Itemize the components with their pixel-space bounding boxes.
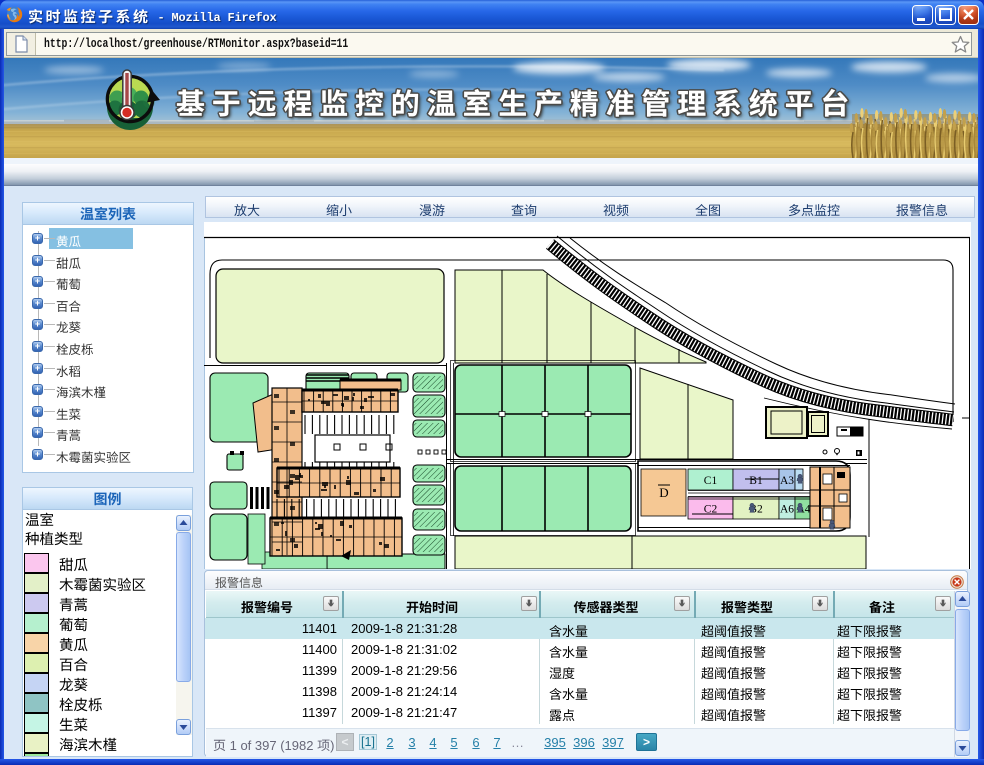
- svg-text:B1: B1: [749, 475, 763, 487]
- svg-text:C1: C1: [704, 475, 718, 487]
- svg-text:A3: A3: [780, 475, 794, 487]
- svg-text:A6: A6: [780, 504, 794, 516]
- svg-text:D: D: [659, 485, 668, 500]
